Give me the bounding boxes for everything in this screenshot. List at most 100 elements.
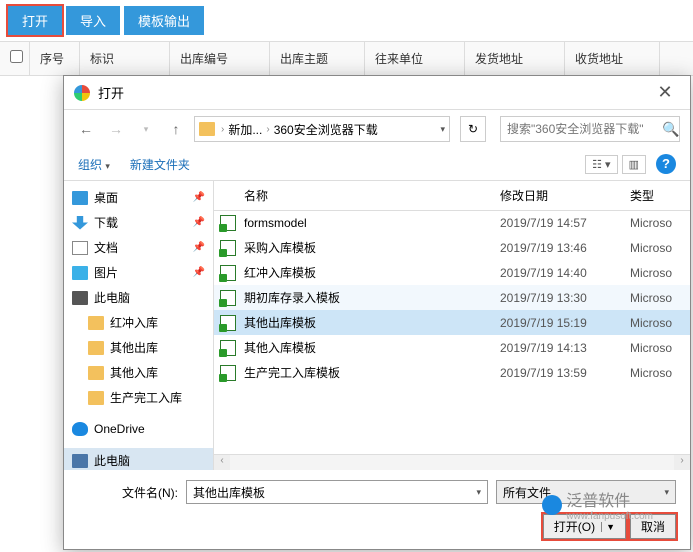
file-date: 2019/7/19 13:59	[500, 366, 630, 380]
document-icon	[72, 241, 88, 255]
tree-onedrive[interactable]: OneDrive	[64, 418, 213, 440]
excel-file-icon	[220, 265, 236, 281]
forward-button[interactable]: →	[104, 117, 128, 141]
table-header: 序号 标识 出库编号 出库主题 往来单位 发货地址 收货地址	[0, 41, 693, 76]
file-row[interactable]: 期初库存录入模板2019/7/19 13:30Microso	[214, 285, 690, 310]
file-date: 2019/7/19 14:57	[500, 216, 630, 230]
watermark: 泛普软件www.fanpusoft.com	[542, 487, 653, 522]
file-type: Microso	[630, 291, 690, 305]
file-list[interactable]: formsmodel2019/7/19 14:57Microso采购入库模板20…	[214, 211, 690, 454]
file-row[interactable]: 其他入库模板2019/7/19 14:13Microso	[214, 335, 690, 360]
folder-icon	[88, 366, 104, 380]
file-date: 2019/7/19 14:13	[500, 341, 630, 355]
file-row[interactable]: 其他出库模板2019/7/19 15:19Microso	[214, 310, 690, 335]
file-row[interactable]: 生产完工入库模板2019/7/19 13:59Microso	[214, 360, 690, 385]
template-output-button[interactable]: 模板输出	[124, 6, 204, 35]
up-button[interactable]: ↑	[164, 117, 188, 141]
scroll-left-icon[interactable]: ‹	[214, 455, 230, 470]
tree-documents[interactable]: 文档📌	[64, 235, 213, 260]
col-header-type[interactable]: 类型	[630, 187, 690, 204]
preview-pane-button[interactable]: ▥	[622, 155, 646, 174]
tree-pictures[interactable]: 图片📌	[64, 260, 213, 285]
file-date: 2019/7/19 13:30	[500, 291, 630, 305]
nav-tree[interactable]: 桌面📌 下载📌 文档📌 图片📌 此电脑 红冲入库 其他出库 其他入库 生产完工入…	[64, 181, 214, 470]
file-name: formsmodel	[244, 216, 500, 230]
help-button[interactable]: ?	[656, 154, 676, 174]
tree-sub3[interactable]: 其他入库	[64, 360, 213, 385]
folder-icon	[199, 122, 215, 136]
file-row[interactable]: 红冲入库模板2019/7/19 14:40Microso	[214, 260, 690, 285]
col-outbound-no: 出库编号	[170, 42, 270, 75]
col-partner: 往来单位	[365, 42, 465, 75]
refresh-button[interactable]: ↻	[460, 116, 486, 142]
top-toolbar: 打开 导入 模板输出	[0, 0, 693, 41]
tree-sub2[interactable]: 其他出库	[64, 335, 213, 360]
file-date: 2019/7/19 14:40	[500, 266, 630, 280]
dialog-title: 打开	[98, 83, 650, 102]
filename-input[interactable]: 其他出库模板▾	[186, 480, 488, 504]
recent-dropdown[interactable]: ▾	[134, 117, 158, 141]
dialog-toolbar: 组织 ▾ 新建文件夹 ☷ ▾ ▥ ?	[64, 148, 690, 181]
file-name: 期初库存录入模板	[244, 289, 500, 306]
breadcrumb-item-2[interactable]: 360安全浏览器下载	[270, 121, 382, 138]
dialog-app-icon	[74, 85, 90, 101]
filename-label: 文件名(N):	[78, 484, 178, 501]
back-button[interactable]: ←	[74, 117, 98, 141]
desktop-icon	[72, 191, 88, 205]
scroll-track[interactable]	[230, 455, 674, 470]
dialog-main: 桌面📌 下载📌 文档📌 图片📌 此电脑 红冲入库 其他出库 其他入库 生产完工入…	[64, 181, 690, 470]
folder-icon	[88, 391, 104, 405]
breadcrumb[interactable]: › 新加... › 360安全浏览器下载 ▾	[194, 116, 450, 142]
file-panel: 名称 修改日期 类型 formsmodel2019/7/19 14:57Micr…	[214, 181, 690, 470]
dialog-titlebar[interactable]: 打开 ✕	[64, 76, 690, 110]
search-input[interactable]	[507, 122, 662, 136]
file-type: Microso	[630, 341, 690, 355]
scroll-right-icon[interactable]: ›	[674, 455, 690, 470]
col-ship-addr: 发货地址	[465, 42, 565, 75]
excel-file-icon	[220, 240, 236, 256]
search-icon[interactable]: 🔍	[662, 121, 679, 138]
import-button[interactable]: 导入	[66, 6, 120, 35]
tree-downloads[interactable]: 下载📌	[64, 210, 213, 235]
organize-menu[interactable]: 组织 ▾	[78, 156, 110, 173]
tree-sub1[interactable]: 红冲入库	[64, 310, 213, 335]
close-icon[interactable]: ✕	[650, 82, 680, 103]
col-header-date[interactable]: 修改日期	[500, 187, 630, 204]
search-box[interactable]: 🔍	[500, 116, 680, 142]
file-row[interactable]: 采购入库模板2019/7/19 13:46Microso	[214, 235, 690, 260]
file-type: Microso	[630, 316, 690, 330]
horizontal-scrollbar[interactable]: ‹ ›	[214, 454, 690, 470]
col-header-name[interactable]: 名称	[214, 187, 500, 204]
select-all-checkbox[interactable]	[10, 50, 23, 63]
excel-file-icon	[220, 315, 236, 331]
view-mode-button[interactable]: ☷ ▾	[585, 155, 617, 174]
file-row[interactable]: formsmodel2019/7/19 14:57Microso	[214, 211, 690, 235]
tree-desktop[interactable]: 桌面📌	[64, 185, 213, 210]
excel-file-icon	[220, 215, 236, 231]
breadcrumb-item-1[interactable]: 新加...	[224, 121, 266, 138]
tree-sub4[interactable]: 生产完工入库	[64, 385, 213, 410]
file-list-header: 名称 修改日期 类型	[214, 181, 690, 211]
pc-icon	[72, 454, 88, 468]
download-icon	[72, 216, 88, 230]
file-name: 采购入库模板	[244, 239, 500, 256]
file-name: 其他入库模板	[244, 339, 500, 356]
col-recv-addr: 收货地址	[565, 42, 660, 75]
file-type: Microso	[630, 366, 690, 380]
file-type: Microso	[630, 266, 690, 280]
pc-icon	[72, 291, 88, 305]
file-name: 生产完工入库模板	[244, 364, 500, 381]
file-name: 其他出库模板	[244, 314, 500, 331]
file-type: Microso	[630, 216, 690, 230]
folder-icon	[88, 341, 104, 355]
picture-icon	[72, 266, 88, 280]
tree-this-pc-2[interactable]: 此电脑	[64, 448, 213, 470]
tree-this-pc[interactable]: 此电脑	[64, 285, 213, 310]
folder-icon	[88, 316, 104, 330]
excel-file-icon	[220, 365, 236, 381]
breadcrumb-dropdown-icon[interactable]: ▾	[440, 124, 445, 135]
open-button[interactable]: 打开	[8, 6, 62, 35]
select-all-col[interactable]	[0, 42, 30, 75]
new-folder-button[interactable]: 新建文件夹	[130, 156, 190, 173]
excel-file-icon	[220, 290, 236, 306]
